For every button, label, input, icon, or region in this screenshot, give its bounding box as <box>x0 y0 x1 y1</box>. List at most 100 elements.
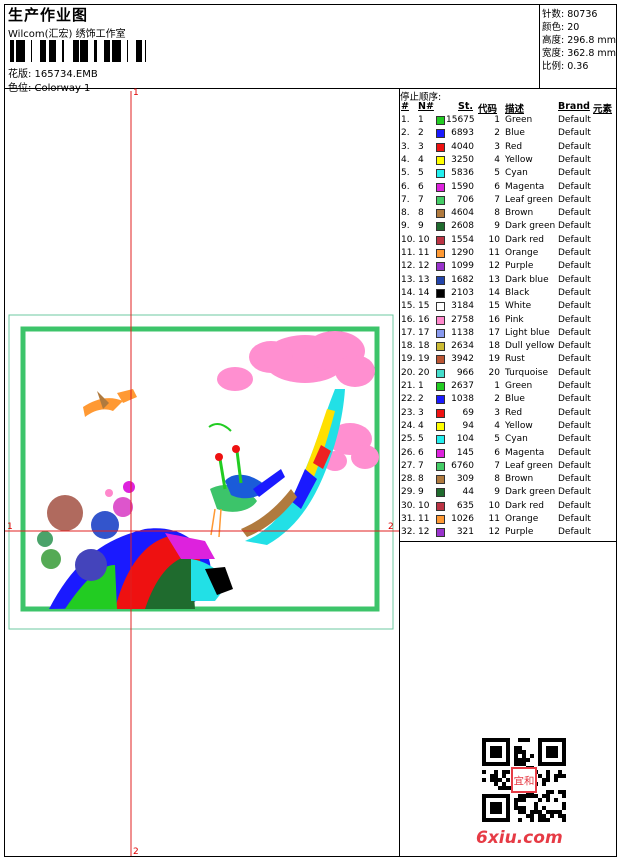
row-needle: 1 <box>418 381 424 391</box>
color-swatch <box>436 501 445 511</box>
row-needle: 6 <box>418 447 424 458</box>
row-index: 16. <box>401 314 416 325</box>
color-swatch <box>436 209 445 219</box>
table-row: 22. 2 1038 2 Blue Default <box>400 394 617 407</box>
row-index: 10. <box>401 234 416 245</box>
row-brand: Default <box>558 208 591 219</box>
stats-panel: 针数: 80736 颜色: 20 高度: 296.8 mm 宽度: 362.8 … <box>539 4 617 88</box>
row-brand: Default <box>558 407 591 418</box>
table-row: 19. 19 3942 19 Rust Default <box>400 354 617 367</box>
row-needle: 5 <box>418 168 424 179</box>
color-swatch <box>436 262 445 272</box>
color-swatch <box>436 235 445 245</box>
row-stitches: 2103 <box>451 287 474 298</box>
row-description: Purple <box>505 261 534 272</box>
row-code: 5 <box>494 168 500 179</box>
table-row: 13. 13 1682 13 Dark blue Default <box>400 275 617 288</box>
row-code: 1 <box>494 381 500 391</box>
row-description: Dark green <box>505 487 556 498</box>
row-description: Pink <box>505 314 524 325</box>
row-code: 19 <box>488 354 500 365</box>
row-index: 4. <box>401 154 410 165</box>
qr-code-icon: 宜和 <box>482 738 566 822</box>
row-stitches: 1554 <box>451 234 474 245</box>
row-brand: Default <box>558 487 591 498</box>
row-brand: Default <box>558 527 591 538</box>
row-code: 2 <box>494 394 500 405</box>
row-needle: 6 <box>418 181 424 192</box>
row-stitches: 1682 <box>451 274 474 285</box>
row-brand: Default <box>558 514 591 524</box>
row-index: 31. <box>401 514 416 524</box>
table-row: 25. 5 104 5 Cyan Default <box>400 434 617 447</box>
color-swatch <box>436 328 445 338</box>
row-code: 11 <box>488 514 500 524</box>
table-row: 29. 9 44 9 Dark green Default <box>400 487 617 500</box>
row-brand: Default <box>558 500 591 511</box>
color-swatch <box>436 342 445 352</box>
row-description: Leaf green <box>505 460 553 471</box>
row-description: Brown <box>505 208 534 219</box>
row-stitches: 3184 <box>451 301 474 312</box>
row-stitches: 1290 <box>451 248 474 258</box>
row-stitches: 1590 <box>451 181 474 192</box>
pattern-file: 花版: 165734.EMB <box>8 69 98 80</box>
row-code: 7 <box>494 460 500 471</box>
row-brand: Default <box>558 141 591 152</box>
col-header-index: # <box>401 101 409 112</box>
row-stitches: 2637 <box>451 381 474 391</box>
row-index: 30. <box>401 500 416 511</box>
color-swatch <box>436 182 445 192</box>
row-index: 14. <box>401 287 416 298</box>
stat-height: 高度: 296.8 mm <box>542 35 616 46</box>
table-row: 4. 4 3250 4 Yellow Default <box>400 155 617 168</box>
design-canvas: 1 2 1 2 <box>5 88 399 857</box>
row-needle: 13 <box>418 274 430 285</box>
row-index: 5. <box>401 168 410 179</box>
header: 生产作业图 Wilcom(汇宏) 绣饰工作室 花版: 165734.EMB 色位… <box>6 4 536 94</box>
row-description: Purple <box>505 527 534 538</box>
table-row: 20. 20 966 20 Turquoise Default <box>400 368 617 381</box>
row-stitches: 2634 <box>451 341 474 352</box>
row-description: Blue <box>505 128 525 139</box>
row-index: 26. <box>401 447 416 458</box>
color-swatch <box>436 368 445 378</box>
row-index: 7. <box>401 194 410 205</box>
color-swatch <box>436 395 445 405</box>
row-code: 1 <box>494 115 500 125</box>
row-index: 13. <box>401 274 416 285</box>
row-code: 12 <box>488 261 500 272</box>
row-description: Light blue <box>505 327 550 338</box>
row-description: Rust <box>505 354 525 365</box>
row-index: 12. <box>401 261 416 272</box>
vine <box>208 423 232 432</box>
row-stitches: 706 <box>456 194 474 205</box>
row-brand: Default <box>558 301 591 312</box>
guide-label-top: 1 <box>133 88 139 98</box>
row-needle: 17 <box>418 327 430 338</box>
row-needle: 3 <box>418 141 424 152</box>
row-brand: Default <box>558 221 591 232</box>
row-description: Yellow <box>505 154 533 165</box>
color-swatch <box>436 288 445 298</box>
row-brand: Default <box>558 354 591 365</box>
row-index: 23. <box>401 407 416 418</box>
table-row: 23. 3 69 3 Red Default <box>400 408 617 421</box>
row-description: Red <box>505 141 523 152</box>
row-code: 3 <box>494 141 500 152</box>
table-row: 9. 9 2608 9 Dark green Default <box>400 221 617 234</box>
row-index: 3. <box>401 141 410 152</box>
row-index: 9. <box>401 221 410 232</box>
row-code: 3 <box>494 407 500 418</box>
table-row: 27. 7 6760 7 Leaf green Default <box>400 461 617 474</box>
row-stitches: 309 <box>456 474 474 485</box>
row-needle: 2 <box>418 128 424 139</box>
row-code: 4 <box>494 420 500 431</box>
row-code: 11 <box>488 248 500 258</box>
table-row: 7. 7 706 7 Leaf green Default <box>400 195 617 208</box>
row-stitches: 321 <box>456 527 474 538</box>
row-brand: Default <box>558 447 591 458</box>
row-stitches: 3942 <box>451 354 474 365</box>
stat-scale: 比例: 0.36 <box>542 61 589 72</box>
row-code: 20 <box>488 367 500 378</box>
